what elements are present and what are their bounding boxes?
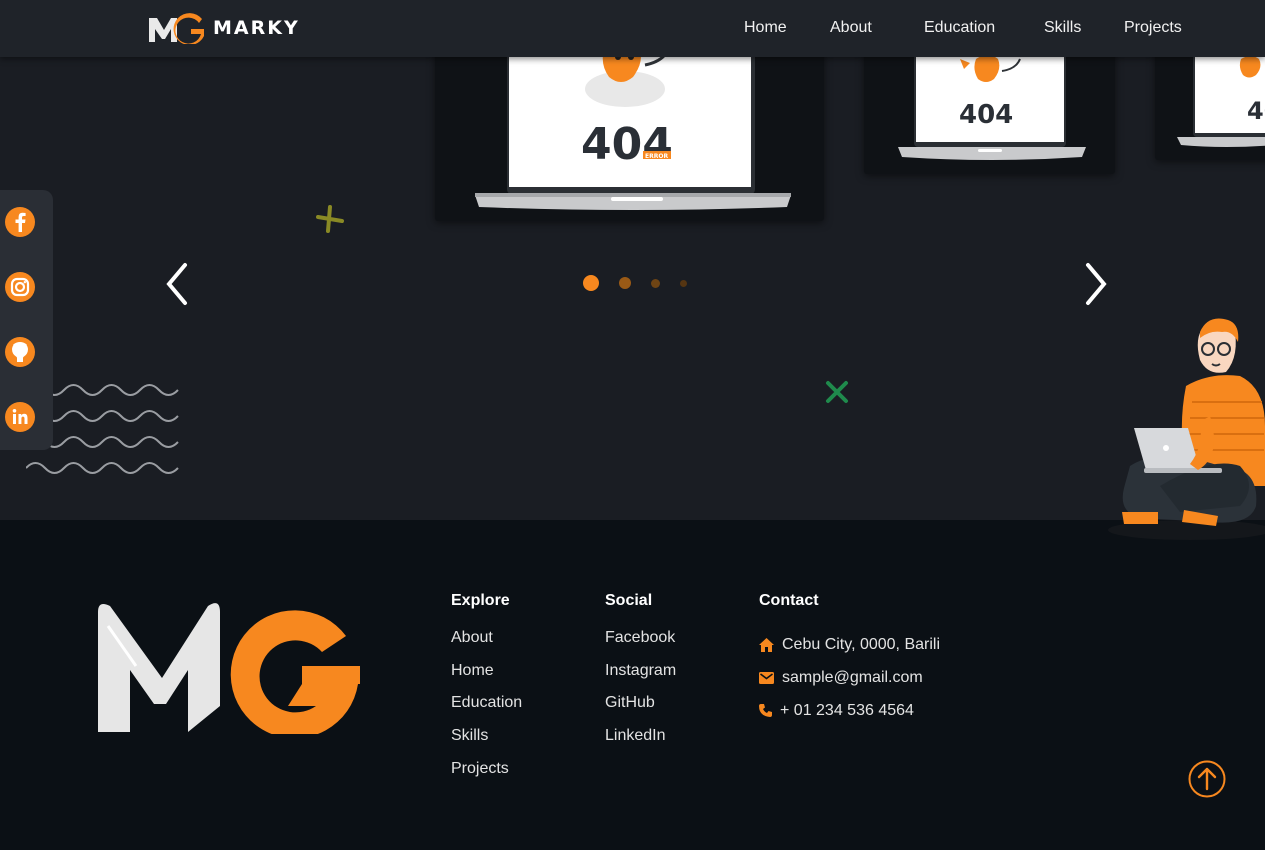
contact-phone-text[interactable]: + 01 234 536 4564 [780,702,914,720]
footer-link-home[interactable]: Home [451,662,522,695]
nav-about[interactable]: About [830,19,872,37]
phone-icon [759,704,772,718]
carousel-dot-4[interactable] [680,280,687,287]
footer-explore: Explore About Home Education Skills Proj… [451,592,522,792]
footer-link-linkedin[interactable]: LinkedIn [605,727,676,760]
social-sidebar [0,190,53,450]
card-404-text-2: 404 [959,100,1013,130]
mail-icon [759,672,774,685]
laptop-404-image: 404 [898,57,1086,160]
laptop-404-image: 404 ERROR [475,57,791,210]
contact-phone: + 01 234 536 4564 [759,694,940,727]
nav-skills[interactable]: Skills [1044,19,1081,37]
footer-explore-title: Explore [451,592,510,609]
nav-education[interactable]: Education [924,19,995,37]
footer-mg-logo [98,603,360,734]
footer-social: Social Facebook Instagram GitHub LinkedI… [605,592,676,760]
footer-link-projects[interactable]: Projects [451,760,522,793]
card-error-text: ERROR [645,153,668,160]
contact-address: Cebu City, 0000, Barili [759,629,940,662]
nav-projects[interactable]: Projects [1124,19,1182,37]
hero-carousel: 404 ERROR 404 404 [0,57,1265,520]
laptop-404-image: 404 [1177,57,1265,147]
contact-email: sample@gmail.com [759,662,940,695]
footer-link-skills[interactable]: Skills [451,727,522,760]
carousel-dot-2[interactable] [619,277,631,289]
navbar: MARKY Home About Education Skills Projec… [0,0,1265,57]
footer-link-about[interactable]: About [451,629,522,662]
linkedin-icon[interactable] [4,401,36,433]
footer-link-instagram[interactable]: Instagram [605,662,676,695]
contact-address-text: Cebu City, 0000, Barili [782,636,940,654]
developer-illustration [1108,318,1265,540]
decor-cross-yellow-icon [316,205,344,233]
github-icon[interactable] [4,336,36,368]
project-card-2[interactable]: 404 [864,57,1115,174]
footer-link-education[interactable]: Education [451,694,522,727]
back-to-top-arrow-up-icon[interactable] [1188,760,1226,798]
footer-link-facebook[interactable]: Facebook [605,629,676,662]
project-card-3[interactable]: 404 [1155,57,1265,160]
carousel-dot-3[interactable] [651,279,660,288]
footer-contact: Contact Cebu City, 0000, Barili sample@g… [759,592,940,727]
footer-link-github[interactable]: GitHub [605,694,676,727]
nav-links: Home About Education Skills Projects [0,0,1265,57]
home-icon [759,638,774,653]
card-404-text: 404 [581,119,673,170]
carousel-dot-1[interactable] [583,275,599,291]
instagram-icon[interactable] [4,271,36,303]
card-404-text-3: 404 [1247,97,1265,125]
footer: Explore About Home Education Skills Proj… [0,520,1265,850]
nav-home[interactable]: Home [744,19,787,37]
decor-cross-green-icon [826,381,848,403]
contact-email-text[interactable]: sample@gmail.com [782,669,923,687]
carousel-prev-button[interactable] [163,261,193,307]
carousel-dots [575,275,705,291]
footer-social-title: Social [605,592,653,609]
footer-contact-title: Contact [759,592,819,609]
facebook-icon[interactable] [4,206,36,238]
carousel-next-button[interactable] [1080,261,1110,307]
project-card-main[interactable]: 404 ERROR [435,57,824,221]
